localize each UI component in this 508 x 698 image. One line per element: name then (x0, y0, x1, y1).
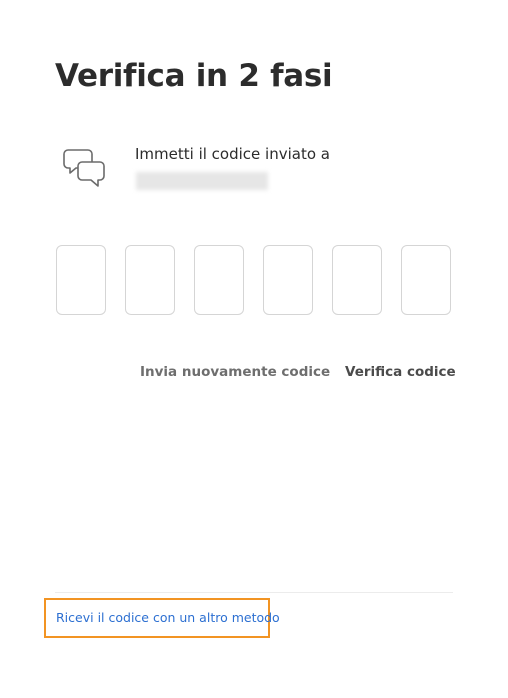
code-sent-instruction: Immetti il codice inviato a (135, 145, 330, 163)
alt-method-link[interactable]: Ricevi il codice con un altro metodo (56, 610, 280, 625)
chat-bubbles-icon (60, 146, 108, 194)
code-digit-input-1[interactable] (56, 245, 106, 315)
code-digit-input-2[interactable] (125, 245, 175, 315)
verify-code-button[interactable]: Verifica codice (345, 364, 456, 380)
code-digit-input-4[interactable] (263, 245, 313, 315)
resend-code-button[interactable]: Invia nuovamente codice (140, 364, 330, 380)
footer-divider (55, 592, 453, 593)
code-digit-input-3[interactable] (194, 245, 244, 315)
code-digit-input-6[interactable] (401, 245, 451, 315)
code-digit-input-5[interactable] (332, 245, 382, 315)
page-title: Verifica in 2 fasi (55, 58, 333, 94)
redacted-recipient (136, 172, 268, 190)
